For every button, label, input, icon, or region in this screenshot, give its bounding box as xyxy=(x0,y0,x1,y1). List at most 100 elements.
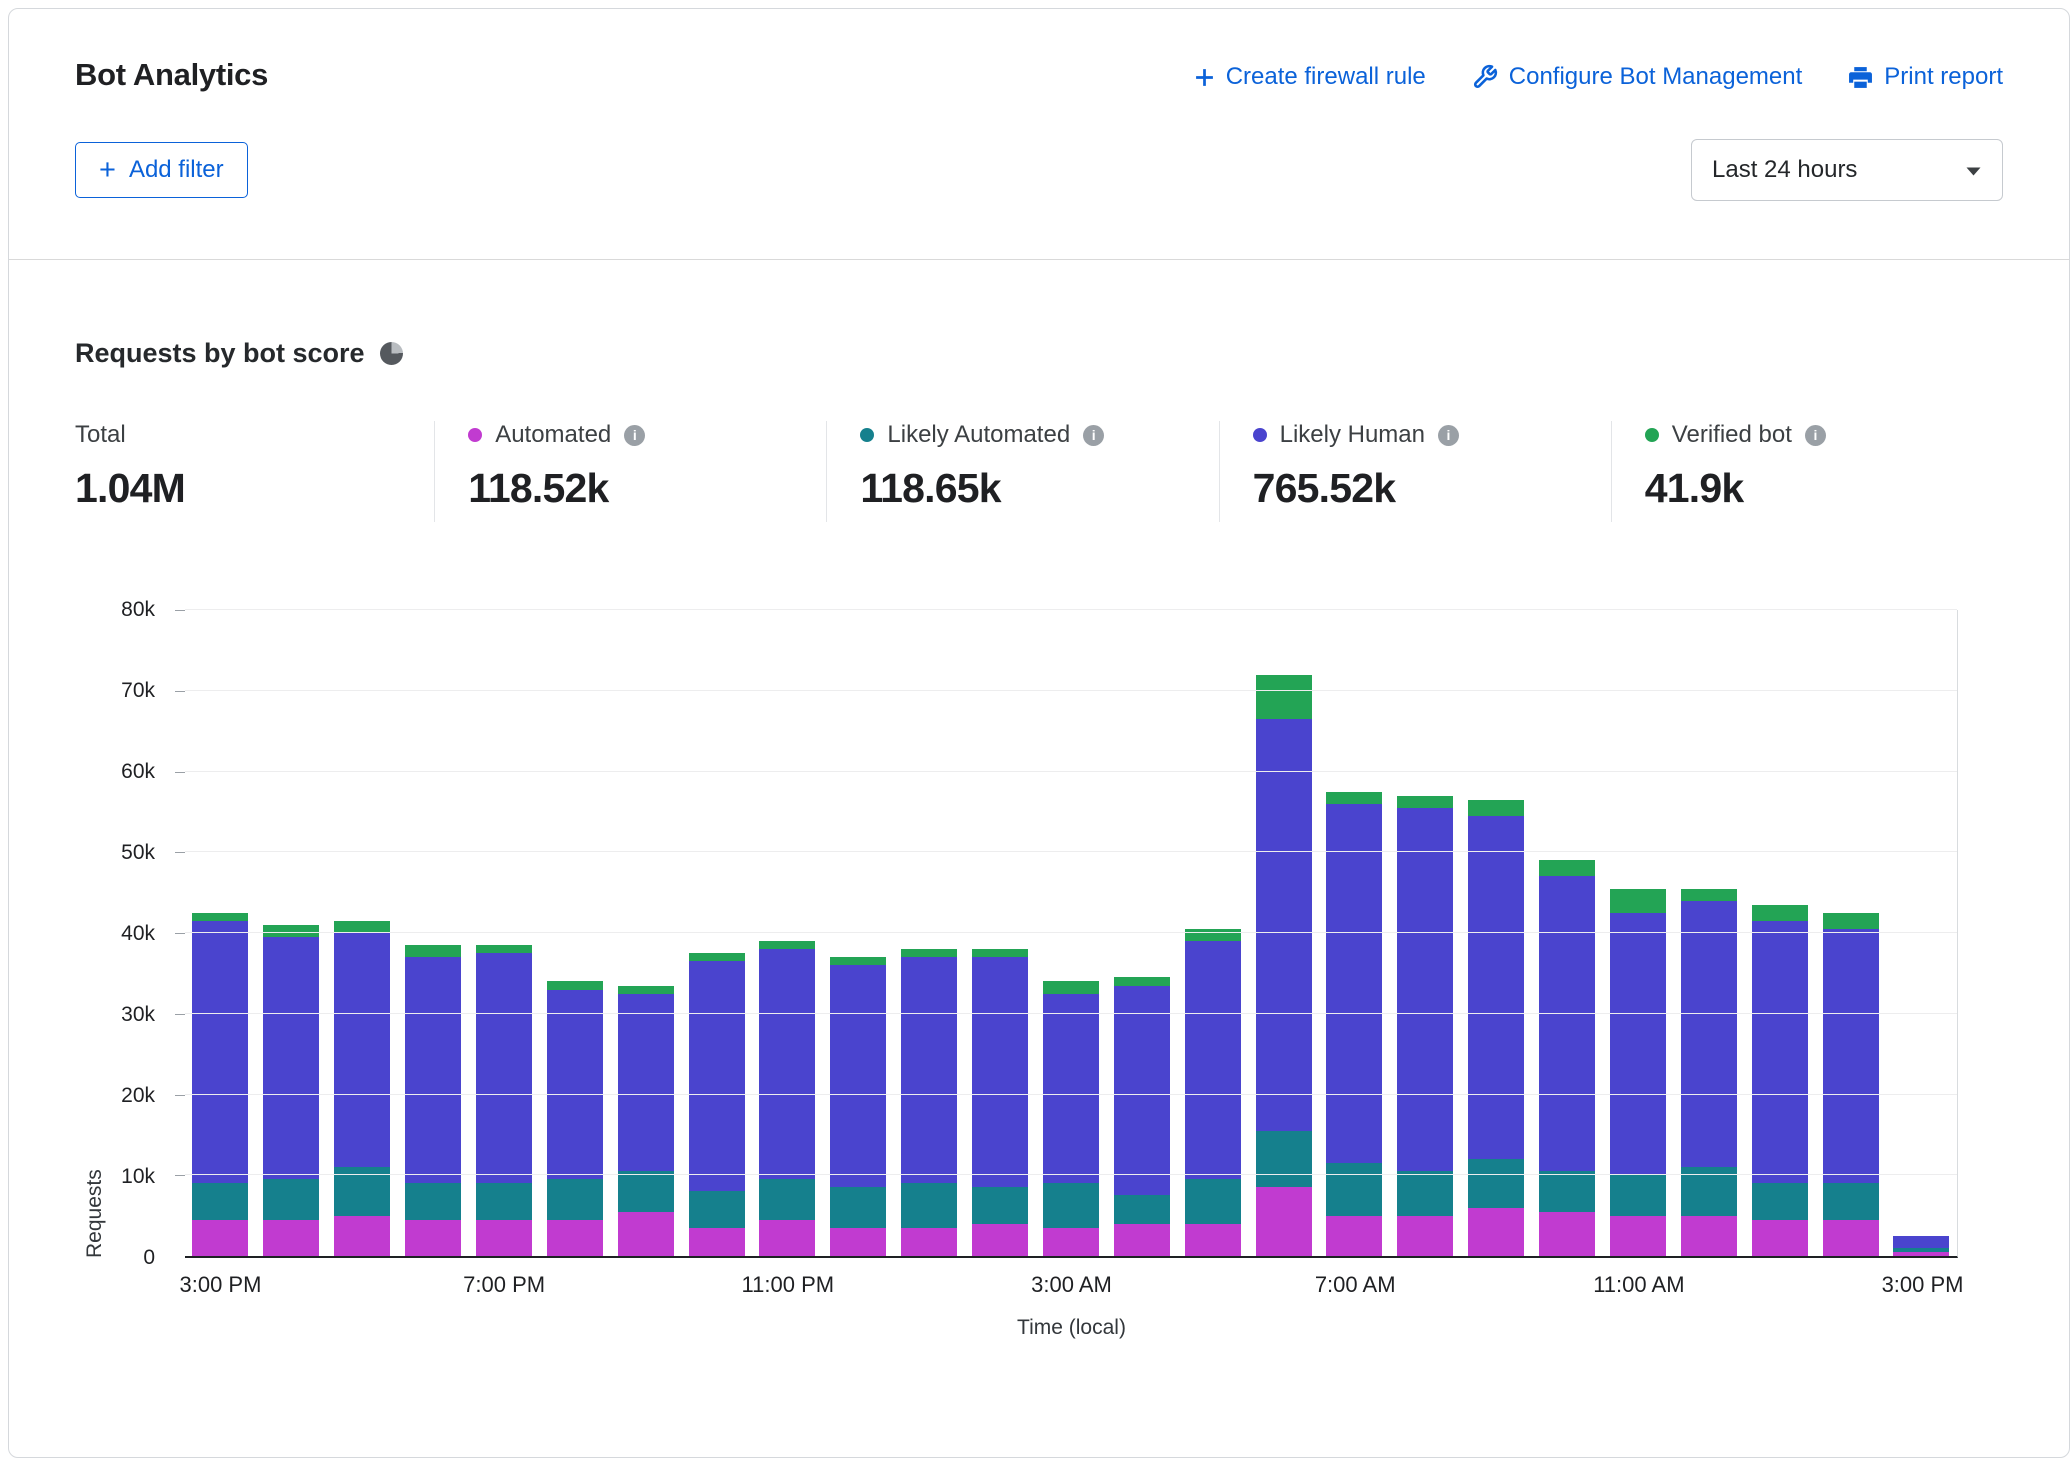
x-axis-tick-label: 7:00 PM xyxy=(463,1272,545,1298)
plus-icon: + xyxy=(99,158,116,182)
add-filter-label: Add filter xyxy=(129,156,224,184)
stacked-bar xyxy=(1185,610,1241,1256)
bar-segment-automated xyxy=(1610,1216,1666,1256)
stacked-bar xyxy=(1823,610,1879,1256)
gridline xyxy=(185,1094,1957,1095)
bar-segment-verified-bot xyxy=(1256,675,1312,719)
y-axis-tick-mark xyxy=(175,610,185,611)
bot-analytics-card: Bot Analytics Create firewall rule Confi… xyxy=(8,8,2070,1458)
card-header: Bot Analytics Create firewall rule Confi… xyxy=(9,9,2069,260)
header-actions: Create firewall rule Configure Bot Manag… xyxy=(1194,63,2003,91)
action-label: Configure Bot Management xyxy=(1509,63,1803,91)
bar-segment-likely-automated xyxy=(263,1179,319,1219)
y-axis-tick-mark xyxy=(175,772,185,773)
info-icon[interactable]: i xyxy=(1083,425,1104,446)
bar-0[interactable] xyxy=(185,610,256,1256)
bar-9[interactable] xyxy=(823,610,894,1256)
stat-value: 118.65k xyxy=(860,465,1218,512)
bar-18[interactable] xyxy=(1461,610,1532,1256)
bar-10[interactable] xyxy=(894,610,965,1256)
configure-bot-management-link[interactable]: Configure Bot Management xyxy=(1472,63,1803,91)
bar-3[interactable] xyxy=(398,610,469,1256)
bar-segment-likely-automated xyxy=(1752,1183,1808,1219)
bar-segment-verified-bot xyxy=(1185,929,1241,941)
bar-segment-automated xyxy=(1256,1187,1312,1256)
stacked-bar xyxy=(547,610,603,1256)
bar-22[interactable] xyxy=(1744,610,1815,1256)
bar-segment-verified-bot xyxy=(1539,860,1595,876)
bar-segment-automated xyxy=(1681,1216,1737,1256)
bar-15[interactable] xyxy=(1248,610,1319,1256)
print-report-link[interactable]: Print report xyxy=(1848,63,2003,91)
bar-segment-likely-automated xyxy=(1043,1183,1099,1227)
bar-5[interactable] xyxy=(539,610,610,1256)
bar-segment-automated xyxy=(1397,1216,1453,1256)
y-axis-tick-label: 80k xyxy=(85,598,155,622)
bar-segment-verified-bot xyxy=(830,957,886,965)
bar-segment-verified-bot xyxy=(689,953,745,961)
bar-segment-automated xyxy=(1752,1220,1808,1256)
bar-segment-likely-human xyxy=(1752,921,1808,1183)
stacked-bar xyxy=(1326,610,1382,1256)
bar-23[interactable] xyxy=(1815,610,1886,1256)
stat-verified-bot: Verified boti41.9k xyxy=(1611,421,2003,522)
bar-segment-likely-human xyxy=(192,921,248,1183)
bar-segment-likely-human xyxy=(1043,994,1099,1184)
bar-segment-likely-human xyxy=(334,933,390,1167)
bar-segment-verified-bot xyxy=(263,925,319,937)
add-filter-button[interactable]: + Add filter xyxy=(75,142,248,198)
bar-19[interactable] xyxy=(1532,610,1603,1256)
info-icon[interactable]: i xyxy=(1805,425,1826,446)
stacked-bar xyxy=(1752,610,1808,1256)
info-icon[interactable]: i xyxy=(624,425,645,446)
time-range-select[interactable]: Last 24 hours xyxy=(1691,139,2003,201)
bar-11[interactable] xyxy=(965,610,1036,1256)
bar-2[interactable] xyxy=(327,610,398,1256)
stacked-bar xyxy=(334,610,390,1256)
bar-8[interactable] xyxy=(752,610,823,1256)
bar-segment-verified-bot xyxy=(759,941,815,949)
x-axis-tick-label: 11:00 AM xyxy=(1593,1272,1684,1298)
stat-value: 118.52k xyxy=(468,465,826,512)
y-axis-tick-label: 70k xyxy=(85,679,155,703)
bar-segment-likely-human xyxy=(1539,876,1595,1171)
stat-likely-automated: Likely Automated i 118.65k xyxy=(826,421,1218,522)
bar-17[interactable] xyxy=(1390,610,1461,1256)
bar-segment-automated xyxy=(476,1220,532,1256)
bar-segment-likely-automated xyxy=(830,1187,886,1227)
action-label: Print report xyxy=(1884,63,2003,91)
y-axis-tick-label: 30k xyxy=(85,1003,155,1027)
bar-1[interactable] xyxy=(256,610,327,1256)
bar-16[interactable] xyxy=(1319,610,1390,1256)
stacked-bar xyxy=(405,610,461,1256)
stacked-bar xyxy=(830,610,886,1256)
x-axis-tick-label: 3:00 PM xyxy=(1882,1272,1964,1298)
bar-segment-likely-automated xyxy=(1468,1159,1524,1207)
bar-24[interactable] xyxy=(1886,610,1957,1256)
stacked-bar xyxy=(1043,610,1099,1256)
bar-6[interactable] xyxy=(610,610,681,1256)
bar-segment-automated xyxy=(192,1220,248,1256)
bar-segment-likely-automated xyxy=(1397,1171,1453,1215)
stacked-bar xyxy=(1893,610,1949,1256)
bar-segment-automated xyxy=(1468,1208,1524,1256)
bar-21[interactable] xyxy=(1673,610,1744,1256)
create-firewall-rule-link[interactable]: Create firewall rule xyxy=(1194,63,1426,91)
stacked-bar xyxy=(972,610,1028,1256)
bar-segment-likely-human xyxy=(1326,804,1382,1163)
stat-label: Likely Automated xyxy=(887,421,1070,449)
bar-segment-likely-human xyxy=(1114,986,1170,1196)
bar-12[interactable] xyxy=(1036,610,1107,1256)
stacked-bar xyxy=(1539,610,1595,1256)
bar-segment-automated xyxy=(972,1224,1028,1256)
bar-4[interactable] xyxy=(469,610,540,1256)
legend-dot xyxy=(1253,428,1267,442)
bar-14[interactable] xyxy=(1177,610,1248,1256)
y-axis-labels: 010k20k30k40k50k60k70k80k xyxy=(75,610,171,1258)
bar-20[interactable] xyxy=(1603,610,1674,1256)
bar-segment-verified-bot xyxy=(1752,905,1808,921)
bar-7[interactable] xyxy=(681,610,752,1256)
bar-13[interactable] xyxy=(1106,610,1177,1256)
info-icon[interactable]: i xyxy=(1438,425,1459,446)
stacked-bar xyxy=(1114,610,1170,1256)
